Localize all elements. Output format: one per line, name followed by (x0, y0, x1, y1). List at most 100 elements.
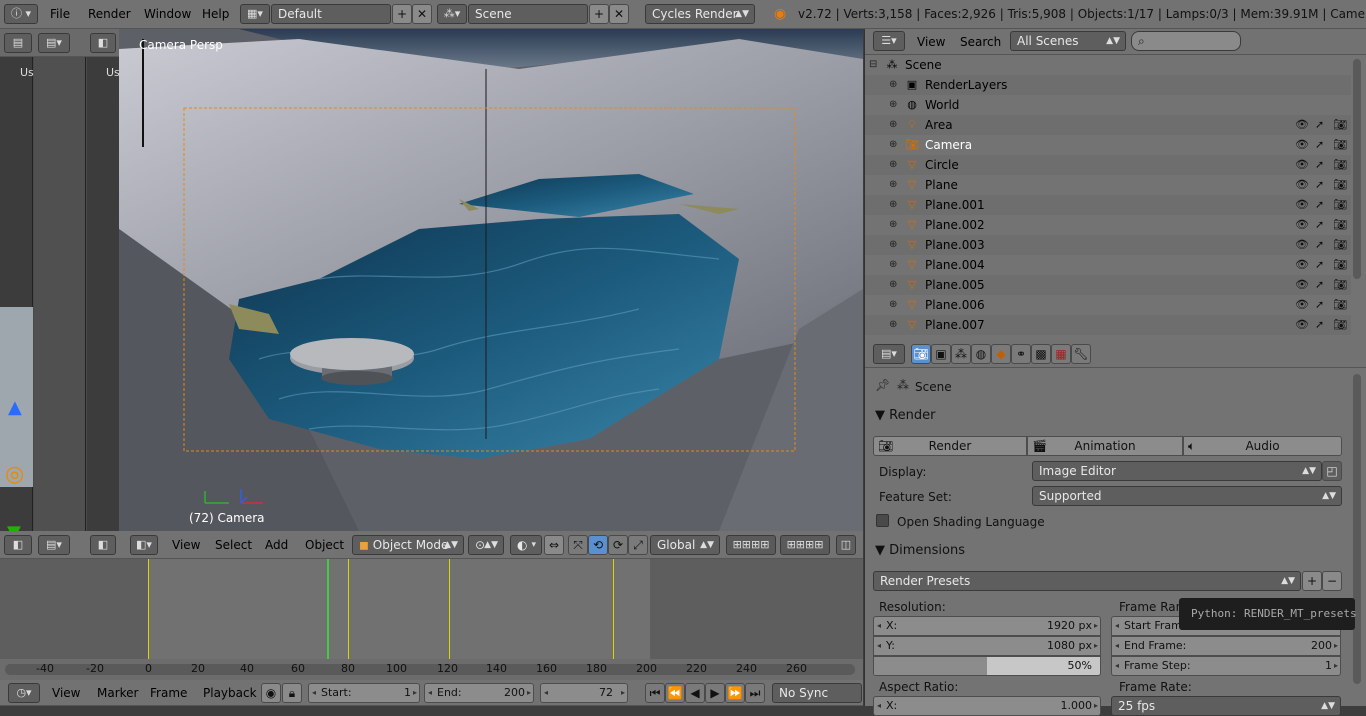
viewport-shading-selector[interactable]: ⊙ ▲▼ (468, 535, 504, 555)
aspect-x-field[interactable]: ◂ X: 1.000 ▸ (873, 696, 1101, 716)
menu-render[interactable]: Render (88, 0, 131, 28)
expand-toggle-icon[interactable]: ⊟ (869, 55, 877, 75)
frame-rate-selector[interactable]: 25 fps ▲▼ (1111, 696, 1341, 716)
next-keyframe-icon[interactable]: ⏩ (725, 683, 745, 703)
lock-layers-icon[interactable]: ◫ (836, 535, 856, 555)
selectability-cursor-icon[interactable]: ➚ (1315, 175, 1324, 195)
selectability-cursor-icon[interactable]: ➚ (1315, 155, 1324, 175)
render-toggle-camera-icon[interactable]: 📷︎ (1333, 155, 1347, 175)
frame-step-field[interactable]: ◂ Frame Step: 1 ▸ (1111, 656, 1341, 676)
visibility-eye-icon[interactable]: 👁︎ (1295, 215, 1309, 235)
selectability-cursor-icon[interactable]: ➚ (1315, 315, 1324, 335)
selectability-cursor-icon[interactable]: ➚ (1315, 275, 1324, 295)
pivot-point-selector[interactable]: ◐ ▾ (510, 535, 542, 555)
constraints-context-icon[interactable]: ⚭ (1011, 344, 1031, 364)
editor-type-icon[interactable]: ◧ (90, 535, 116, 555)
feature-set-selector[interactable]: Supported ▲▼ (1032, 486, 1342, 506)
expand-toggle-icon[interactable]: ⊕ (889, 255, 897, 275)
outliner-search-input[interactable]: ⌕ (1131, 31, 1241, 51)
editor-type-icon[interactable]: ◧ (4, 535, 32, 555)
fullscreen-toggle-icon[interactable]: ◰ (1322, 461, 1342, 481)
render-context-icon[interactable]: 📷︎ (911, 344, 931, 364)
menu-object[interactable]: Object (305, 531, 344, 559)
menu-window[interactable]: Window (144, 0, 191, 28)
expand-toggle-icon[interactable]: ⊕ (889, 275, 897, 295)
play-icon[interactable]: ▶ (705, 683, 725, 703)
texture-context-icon[interactable]: ▦ (1051, 344, 1071, 364)
pin-icon[interactable]: 📌︎ (875, 378, 890, 392)
expand-toggle-icon[interactable]: ⊕ (889, 295, 897, 315)
prev-keyframe-icon[interactable]: ⏪ (665, 683, 685, 703)
selectability-cursor-icon[interactable]: ➚ (1315, 115, 1324, 135)
menu-marker[interactable]: Marker (97, 680, 138, 708)
render-panel-header[interactable]: ▼ Render (875, 408, 935, 423)
render-toggle-camera-icon[interactable]: 📷︎ (1333, 275, 1347, 295)
translate-manipulator-icon[interactable]: ⤧ (568, 535, 588, 555)
record-icon[interactable]: ◉ (261, 683, 281, 703)
layout-type-icon[interactable]: ▦▾ (240, 4, 270, 24)
outliner-row[interactable]: ⊕ ▽ Plane.005 👁︎ ➚ 📷︎ (865, 275, 1351, 295)
menu-help[interactable]: Help (202, 0, 229, 28)
outliner-row[interactable]: ⊕ ▽ Circle 👁︎ ➚ 📷︎ (865, 155, 1351, 175)
animation-button[interactable]: 🎬︎ Animation (1027, 436, 1183, 456)
dimensions-panel-header[interactable]: ▼ Dimensions (875, 543, 965, 558)
resolution-x-field[interactable]: ◂ X: 1920 px ▸ (873, 616, 1101, 636)
resolution-y-field[interactable]: ◂ Y: 1080 px ▸ (873, 636, 1101, 656)
visibility-eye-icon[interactable]: 👁︎ (1295, 175, 1309, 195)
outliner-scrollbar[interactable] (1353, 59, 1361, 279)
scale-manipulator-icon[interactable]: ⟳ (608, 535, 628, 555)
3d-viewport[interactable]: Camera Persp (72) Camera (119, 29, 863, 531)
osl-checkbox[interactable] (876, 514, 889, 527)
visibility-eye-icon[interactable]: 👁︎ (1295, 255, 1309, 275)
expand-toggle-icon[interactable]: ⊕ (889, 135, 897, 155)
outliner-row[interactable]: ⊕ 📷︎ Camera 👁︎ ➚ 📷︎ (865, 135, 1351, 155)
visibility-eye-icon[interactable]: 👁︎ (1295, 275, 1309, 295)
start-frame-field[interactable]: ◂ Start: 1 ▸ (308, 683, 420, 703)
visibility-eye-icon[interactable]: 👁︎ (1295, 155, 1309, 175)
selectability-cursor-icon[interactable]: ➚ (1315, 215, 1324, 235)
outliner-row[interactable]: ⊕ ◍ World (865, 95, 1351, 115)
selectability-cursor-icon[interactable]: ➚ (1315, 255, 1324, 275)
outliner-row[interactable]: ⊕ ▽ Plane.007 👁︎ ➚ 📷︎ (865, 315, 1351, 335)
outliner-row[interactable]: ⊕ ▽ Plane.004 👁︎ ➚ 📷︎ (865, 255, 1351, 275)
outliner-editor-type-button[interactable]: ☰▾ (873, 31, 905, 51)
render-toggle-camera-icon[interactable]: 📷︎ (1333, 215, 1347, 235)
info-editor-type-button[interactable]: ⓘ ▾ (4, 4, 38, 24)
selectability-cursor-icon[interactable]: ➚ (1315, 295, 1324, 315)
render-toggle-camera-icon[interactable]: 📷︎ (1333, 295, 1347, 315)
remove-scene-button[interactable]: ✕ (609, 4, 629, 24)
outliner-row[interactable]: ⊕ ▽ Plane.006 👁︎ ➚ 📷︎ (865, 295, 1351, 315)
visibility-eye-icon[interactable]: 👁︎ (1295, 115, 1309, 135)
outliner-row[interactable]: ⊟ ⁂ Scene (865, 55, 1351, 75)
menu-search[interactable]: Search (960, 29, 1001, 57)
expand-toggle-icon[interactable]: ⊕ (889, 115, 897, 135)
visibility-eye-icon[interactable]: 👁︎ (1295, 135, 1309, 155)
expand-toggle-icon[interactable]: ⊕ (889, 175, 897, 195)
expand-toggle-icon[interactable]: ⊕ (889, 155, 897, 175)
outliner-row[interactable]: ⊕ ▣ RenderLayers (865, 75, 1351, 95)
remove-layout-button[interactable]: ✕ (412, 4, 432, 24)
editor-type-icon[interactable]: ▤▾ (38, 33, 70, 53)
menu-view[interactable]: View (172, 531, 200, 559)
expand-toggle-icon[interactable]: ⊕ (889, 315, 897, 335)
scene-context-icon[interactable]: ⁂ (951, 344, 971, 364)
outliner-row[interactable]: ⊕ ▽ Plane.001 👁︎ ➚ 📷︎ (865, 195, 1351, 215)
end-frame-field[interactable]: ◂ End: 200 ▸ (424, 683, 534, 703)
selectability-cursor-icon[interactable]: ➚ (1315, 235, 1324, 255)
add-layout-button[interactable]: + (392, 4, 412, 24)
timeline-editor-type-button[interactable]: ◷▾ (8, 683, 40, 703)
menu-file[interactable]: File (50, 0, 70, 28)
expand-toggle-icon[interactable]: ⊕ (889, 235, 897, 255)
visibility-eye-icon[interactable]: 👁︎ (1295, 195, 1309, 215)
render-toggle-camera-icon[interactable]: 📷︎ (1333, 315, 1347, 335)
timeline-scrollbar[interactable] (5, 664, 855, 675)
render-toggle-camera-icon[interactable]: 📷︎ (1333, 135, 1347, 155)
editor-type-icon[interactable]: ◧ (90, 33, 116, 53)
render-presets-selector[interactable]: Render Presets ▲▼ (873, 571, 1301, 591)
selectability-cursor-icon[interactable]: ➚ (1315, 195, 1324, 215)
outliner-display-filter[interactable]: All Scenes ▲▼ (1010, 31, 1126, 51)
editor-type-icon[interactable]: ▤ (4, 33, 32, 53)
menu-select[interactable]: Select (215, 531, 252, 559)
menu-view[interactable]: View (917, 29, 945, 57)
visibility-eye-icon[interactable]: 👁︎ (1295, 235, 1309, 255)
